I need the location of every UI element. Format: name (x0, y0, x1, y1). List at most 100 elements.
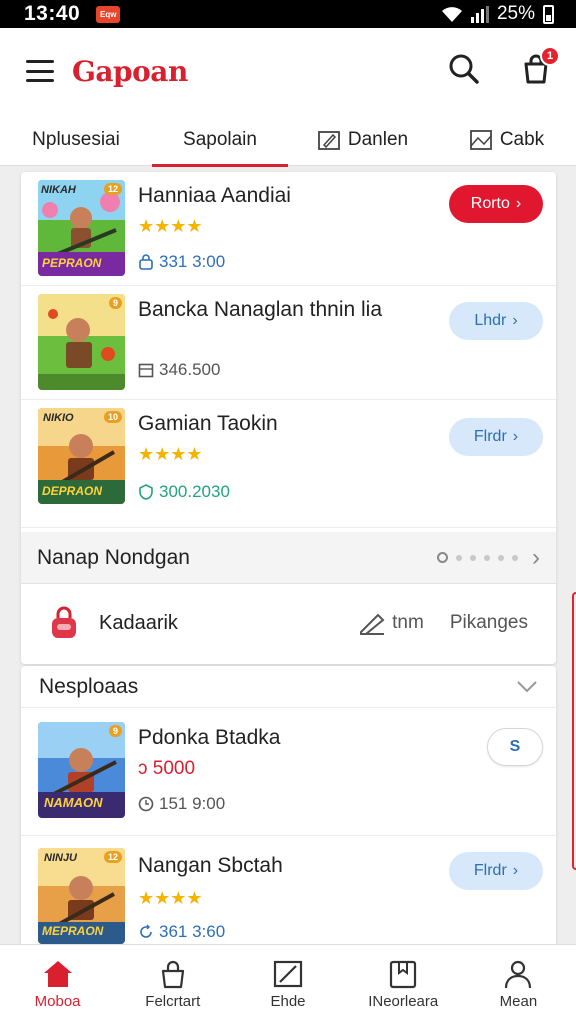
thumb-bottom-text: NAMAON (44, 795, 103, 810)
game-thumbnail[interactable]: 12 NIKAH PEPRAON (38, 180, 125, 276)
tab-danlen[interactable]: Danlen (288, 114, 438, 166)
game-title[interactable]: Pdonka Btadka (138, 726, 280, 750)
game-title[interactable]: Hanniaa Aandiai (138, 184, 291, 208)
button-label: Rorto (470, 195, 510, 212)
nav-profile[interactable]: Mean (461, 945, 576, 1024)
currency-button[interactable]: S (487, 728, 543, 766)
get-button[interactable]: Lhdr › (449, 302, 543, 340)
menu-icon[interactable] (26, 60, 54, 82)
shield-icon (139, 484, 153, 500)
chevron-right-icon: › (512, 312, 518, 329)
refresh-icon (140, 924, 152, 938)
status-bar: 13:40 Eqw 25% (0, 0, 576, 28)
rating-stars: ★★★★ (138, 444, 203, 464)
chevron-right-icon: › (532, 543, 540, 571)
tab-label: Sapolain (183, 128, 257, 150)
chevron-right-icon: › (512, 862, 519, 879)
list-item[interactable]: 12 NIKAH PEPRAON Hanniaa Aandiai ★★★★ 33… (21, 172, 556, 286)
notification-app-icon: Eqw (96, 5, 121, 23)
new-releases-card: Nesploaas 9 NAMAON Pdonka Btadka ↄ 5000 … (21, 666, 556, 944)
thumb-badge: 9 (108, 725, 122, 737)
shortcut-actions: tnm Pikanges (358, 611, 528, 635)
play-button[interactable]: Rorto › (449, 185, 543, 223)
get-button[interactable]: Flrdr › (449, 852, 543, 890)
cart-icon[interactable]: 1 (522, 45, 560, 89)
content-scroll-area[interactable]: 12 NIKAH PEPRAON Hanniaa Aandiai ★★★★ 33… (0, 166, 576, 944)
carousel-pager[interactable]: › (437, 544, 540, 572)
button-label: Lhdr (474, 312, 507, 329)
nav-edit[interactable]: Ehde (230, 945, 345, 1024)
thumb-badge: 12 (103, 183, 122, 195)
list-item[interactable]: 12 NINJU MEPRAON Nangan Sbctah ★★★★ 361 … (21, 836, 556, 944)
get-button[interactable]: Flrdr › (449, 418, 543, 456)
rating-stars: ★★★★ (138, 888, 203, 908)
thumb-top-text: NINJU (44, 852, 78, 864)
bag-icon (161, 960, 184, 989)
list-item[interactable]: 10 NIKIO DEPRAON Gamian Taokin ★★★★ 300.… (21, 400, 556, 528)
list-item[interactable]: 9 Bancka Nanaglan thnin lia 346.500 Lhdr… (21, 286, 556, 400)
tab-label: Cabk (499, 128, 545, 150)
nav-home[interactable]: Moboa (0, 945, 115, 1024)
app-header: Gapoan 1 (0, 28, 576, 114)
meta-text: 346.500 (159, 360, 221, 379)
brand-logo[interactable]: Gapoan (72, 55, 188, 88)
game-title[interactable]: Gamian Taokin (138, 412, 278, 436)
button-label: Flrdr (473, 428, 507, 445)
game-meta: 331 3:00 (138, 252, 225, 272)
game-meta: 346.500 (138, 360, 220, 380)
lock-icon (139, 254, 153, 270)
calendar-icon (138, 363, 154, 378)
thumb-badge: 12 (103, 851, 122, 863)
wifi-icon (441, 6, 462, 22)
signal-icon (470, 5, 489, 23)
section-header[interactable]: Nesploaas (21, 666, 556, 708)
nav-store[interactable]: Felcrtart (115, 945, 230, 1024)
nav-label: Felcrtart (145, 993, 201, 1010)
rating-stars: ★★★★ (138, 216, 203, 236)
tab-label: Danlen (347, 128, 409, 150)
game-thumbnail[interactable]: 9 (38, 294, 125, 390)
game-meta: 151 9:00 (138, 794, 225, 814)
game-title[interactable]: Nangan Sbctah (138, 854, 283, 878)
nav-label: Ehde (270, 993, 306, 1010)
pencil-icon (360, 613, 385, 635)
tab-nplusesiai[interactable]: Nplusesiai (0, 114, 152, 166)
tnm-link[interactable]: tnm (358, 611, 424, 635)
game-thumbnail[interactable]: 9 NAMAON (38, 722, 125, 818)
pager-dot (498, 554, 504, 561)
button-label: S (509, 738, 521, 755)
game-thumbnail[interactable]: 12 NINJU MEPRAON (38, 848, 125, 944)
image-icon (469, 129, 492, 150)
button-label: Flrdr (473, 862, 507, 879)
tab-sapolain[interactable]: Sapolain (152, 114, 288, 167)
shortcut-label[interactable]: Kadaarik (99, 612, 178, 635)
meta-text: 331 3:00 (159, 252, 226, 271)
bookmark-icon (390, 960, 417, 989)
game-thumbnail[interactable]: 10 NIKIO DEPRAON (38, 408, 125, 504)
chevron-down-icon[interactable] (516, 680, 538, 694)
list-item[interactable]: 9 NAMAON Pdonka Btadka ↄ 5000 151 9:00 S (21, 708, 556, 836)
edit-icon (317, 130, 340, 150)
nav-label: Moboa (34, 993, 81, 1010)
status-time: 13:40 (24, 2, 81, 25)
game-title[interactable]: Bancka Nanaglan thnin lia (138, 298, 382, 322)
nav-label: Mean (499, 993, 538, 1010)
nav-label: INeorleara (368, 993, 439, 1010)
shortcut-row: Kadaarik tnm Pikanges (21, 586, 556, 660)
changes-link[interactable]: Pikanges (450, 612, 528, 634)
pager-dot-active (437, 552, 448, 563)
search-icon[interactable] (448, 53, 480, 90)
cart-badge: 1 (540, 45, 560, 66)
tab-label: Nplusesiai (32, 128, 120, 150)
game-list-card: 12 NIKAH PEPRAON Hanniaa Aandiai ★★★★ 33… (21, 172, 556, 664)
section-title: Nanap Nondgan (37, 545, 190, 569)
pager-dot (456, 554, 462, 561)
section-header[interactable]: Nanap Nondgan › (21, 532, 556, 584)
tab-cabk[interactable]: Cabk (438, 114, 576, 166)
thumb-top-text: NIKIO (43, 412, 74, 424)
meta-text: 300.2030 (159, 482, 230, 501)
nav-library[interactable]: INeorleara (346, 945, 461, 1024)
lock-icon[interactable] (49, 604, 79, 642)
edit-icon (273, 960, 303, 988)
battery-percent: 25% (496, 3, 535, 24)
